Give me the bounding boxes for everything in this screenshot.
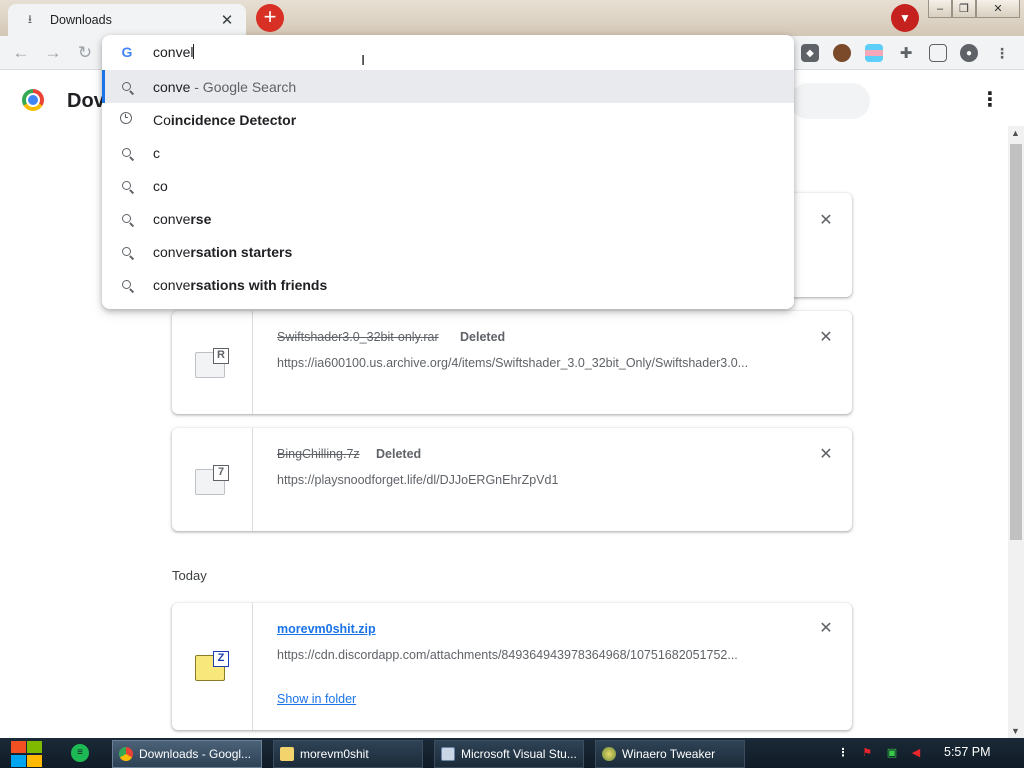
download-card: 7 BingChilling.7z Deleted https://playsn… xyxy=(172,428,852,531)
taskbar-item-label: morevm0shit xyxy=(300,747,369,761)
chrome-icon xyxy=(119,747,133,761)
scroll-down-icon[interactable]: ▼ xyxy=(1011,726,1020,736)
address-bar[interactable]: G convel I xyxy=(102,35,794,70)
history-icon xyxy=(118,111,134,128)
taskbar-item-winaero[interactable]: Winaero Tweaker xyxy=(595,740,745,768)
taskbar-item-label: Winaero Tweaker xyxy=(622,747,716,761)
network-icon[interactable]: ▣ xyxy=(885,746,899,760)
suggestion-item[interactable]: converse xyxy=(102,202,794,235)
extensions-puzzle-icon[interactable]: ✚ xyxy=(897,44,915,62)
suggestion-item[interactable]: c xyxy=(102,136,794,169)
status-label: Deleted xyxy=(376,447,422,461)
back-icon[interactable]: ← xyxy=(10,42,32,64)
tab-search-button[interactable]: ▼ xyxy=(891,4,919,32)
suggestion-item[interactable]: Coincidence Detector xyxy=(102,103,794,136)
minimize-button[interactable]: – xyxy=(928,0,952,18)
tray-overflow-icon[interactable]: ⋮ xyxy=(836,746,850,760)
section-label-today: Today xyxy=(172,568,207,583)
tab-downloads[interactable]: ⭳ Downloads ✕ xyxy=(8,4,246,36)
start-button[interactable] xyxy=(9,740,43,768)
show-in-folder-link[interactable]: Show in folder xyxy=(277,692,356,706)
avatar-extension-icon[interactable] xyxy=(833,44,851,62)
taskbar-item-chrome[interactable]: Downloads - Googl... xyxy=(112,740,262,768)
search-icon xyxy=(118,211,134,227)
pinned-app-icon[interactable]: ≡ xyxy=(71,744,89,762)
close-window-button[interactable]: ✕ xyxy=(976,0,1020,18)
card-icon-column: 7 xyxy=(172,428,253,531)
omnibox-dropdown: G convel I conve - Google Search Coincid… xyxy=(102,35,794,309)
suggestion-text: conve - Google Search xyxy=(153,78,297,95)
tab-close-button[interactable]: ✕ xyxy=(218,11,236,29)
winaero-icon xyxy=(602,747,616,761)
taskbar-item-label: Microsoft Visual Stu... xyxy=(461,747,577,761)
suggestion-text: c xyxy=(153,144,160,161)
suggestion-item[interactable]: conversations with friends xyxy=(102,268,794,301)
taskbar-clock[interactable]: 5:57 PM xyxy=(944,745,991,759)
search-icon xyxy=(118,79,134,95)
new-tab-button[interactable]: + xyxy=(256,4,284,32)
archive-file-icon: 7 xyxy=(195,465,229,495)
taskbar-item-label: Downloads - Googl... xyxy=(139,747,252,761)
search-icon xyxy=(118,277,134,293)
scroll-thumb[interactable] xyxy=(1010,144,1022,540)
suggestion-text: conversations with friends xyxy=(153,276,328,293)
scroll-up-icon[interactable]: ▲ xyxy=(1011,128,1020,138)
side-panel-icon[interactable] xyxy=(929,44,947,62)
file-url: https://playsnoodforget.life/dl/DJJoERGn… xyxy=(277,473,559,487)
maximize-button[interactable]: ❐ xyxy=(952,0,976,18)
ublock-extension-icon[interactable]: ◆ xyxy=(801,44,819,62)
profile-icon[interactable]: ● xyxy=(960,44,978,62)
suggestion-text: Coincidence Detector xyxy=(153,111,297,128)
action-center-flag-icon[interactable]: ⚑ xyxy=(860,746,874,760)
remove-download-icon[interactable]: ✕ xyxy=(819,447,833,463)
google-icon: G xyxy=(121,44,133,60)
more-actions-icon[interactable]: ⋮ xyxy=(980,89,1000,111)
zip-file-icon: Z xyxy=(195,651,229,681)
archive-file-icon: R xyxy=(195,348,229,378)
search-icon xyxy=(118,244,134,260)
tab-title: Downloads xyxy=(50,13,112,27)
file-name: BingChilling.7z xyxy=(277,447,360,461)
suggestion-item[interactable]: conversation starters xyxy=(102,235,794,268)
suggestion-item[interactable]: co xyxy=(102,169,794,202)
search-downloads-field[interactable] xyxy=(790,83,870,119)
download-card: Z morevm0shit.zip https://cdn.discordapp… xyxy=(172,603,852,730)
folder-icon xyxy=(280,747,294,761)
remove-download-icon[interactable]: ✕ xyxy=(819,621,833,637)
visual-studio-icon xyxy=(441,747,455,761)
chrome-logo-icon xyxy=(22,89,44,111)
page-scrollbar[interactable]: ▲ ▼ xyxy=(1008,126,1024,738)
card-icon-column: Z xyxy=(172,603,253,730)
card-icon-column: R xyxy=(172,311,253,414)
file-name-link[interactable]: morevm0shit.zip xyxy=(277,622,376,636)
search-icon xyxy=(118,178,134,194)
status-label: Deleted xyxy=(460,330,506,344)
menu-icon[interactable]: ⋮ xyxy=(993,44,1011,62)
flag-extension-icon[interactable] xyxy=(865,44,883,62)
remove-download-icon[interactable]: ✕ xyxy=(819,330,833,346)
file-url: https://ia600100.us.archive.org/4/items/… xyxy=(277,356,749,370)
download-card: R Swiftshader3.0_32bit-only.rar Deleted … xyxy=(172,311,852,414)
suggestion-item[interactable]: conve - Google Search xyxy=(102,70,794,103)
address-input[interactable]: convel xyxy=(153,44,195,60)
taskbar-item-visual-studio[interactable]: Microsoft Visual Stu... xyxy=(434,740,584,768)
suggestion-text: co xyxy=(153,177,168,194)
taskbar: ≡ Downloads - Googl... morevm0shit Micro… xyxy=(0,738,1024,768)
file-name: Swiftshader3.0_32bit-only.rar xyxy=(277,330,439,344)
suggestion-text: conversation starters xyxy=(153,243,293,260)
text-cursor-icon: I xyxy=(361,52,366,69)
title-bar: ⭳ Downloads ✕ + ▼ – ❐ ✕ xyxy=(0,0,1024,36)
volume-muted-icon[interactable]: ◀ xyxy=(909,746,923,760)
taskbar-item-folder[interactable]: morevm0shit xyxy=(273,740,423,768)
search-icon xyxy=(118,145,134,161)
page-title: Dov xyxy=(67,90,105,112)
download-icon: ⭳ xyxy=(27,11,33,26)
remove-download-icon[interactable]: ✕ xyxy=(819,213,833,229)
suggestion-text: converse xyxy=(153,210,212,227)
forward-icon[interactable]: → xyxy=(42,42,64,64)
file-url: https://cdn.discordapp.com/attachments/8… xyxy=(277,648,738,662)
reload-icon[interactable]: ↻ xyxy=(74,42,96,64)
